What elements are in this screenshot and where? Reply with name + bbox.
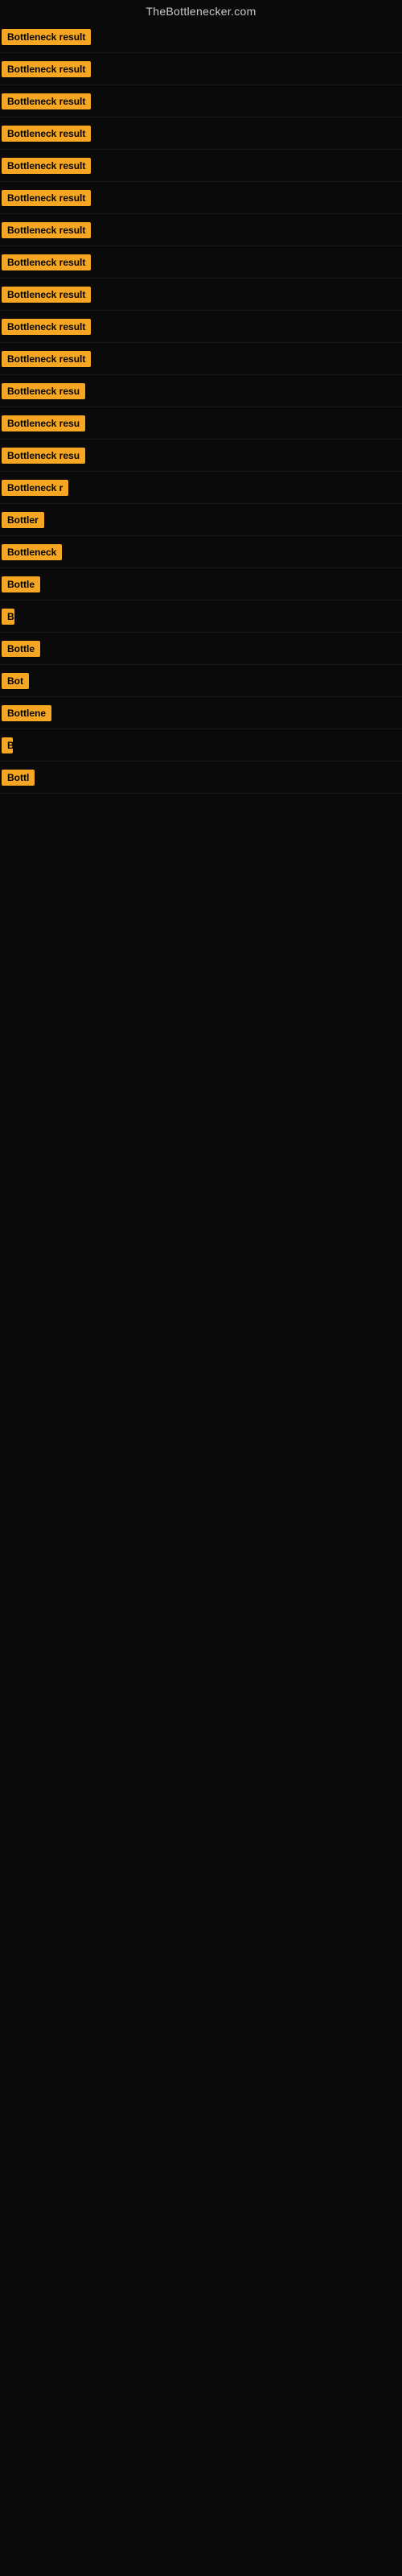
bottleneck-badge[interactable]: Bottleneck r — [2, 480, 68, 496]
list-item: Bottleneck result — [0, 311, 402, 343]
list-item: Bottleneck result — [0, 118, 402, 150]
bottleneck-badge[interactable]: B — [2, 609, 14, 625]
list-item: Bottleneck result — [0, 53, 402, 85]
site-title: TheBottlenecker.com — [0, 0, 402, 21]
bottleneck-badge[interactable]: B — [2, 737, 13, 753]
bottleneck-badge[interactable]: Bottleneck — [2, 544, 62, 560]
list-item: Bottleneck resu — [0, 407, 402, 440]
list-item: B — [0, 601, 402, 633]
list-item: Bottleneck result — [0, 246, 402, 279]
list-item: Bottleneck result — [0, 150, 402, 182]
list-item: Bottl — [0, 762, 402, 794]
site-header: TheBottlenecker.com — [0, 0, 402, 21]
bottleneck-badge[interactable]: Bottleneck result — [2, 29, 91, 45]
list-item: Bottleneck result — [0, 182, 402, 214]
bottleneck-badge[interactable]: Bottleneck result — [2, 190, 91, 206]
list-item: Bottleneck result — [0, 21, 402, 53]
bottleneck-badge[interactable]: Bottler — [2, 512, 44, 528]
list-item: Bottleneck resu — [0, 440, 402, 472]
bottleneck-badge[interactable]: Bottleneck result — [2, 287, 91, 303]
bottleneck-badge[interactable]: Bottleneck result — [2, 93, 91, 109]
list-item: Bottleneck resu — [0, 375, 402, 407]
bottleneck-badge[interactable]: Bottl — [2, 770, 35, 786]
bottleneck-badge[interactable]: Bottleneck result — [2, 351, 91, 367]
bottleneck-badge[interactable]: Bottle — [2, 641, 40, 657]
list-item: Bot — [0, 665, 402, 697]
list-item: Bottle — [0, 633, 402, 665]
list-item: B — [0, 729, 402, 762]
list-item: Bottleneck result — [0, 279, 402, 311]
list-item: Bottler — [0, 504, 402, 536]
bottleneck-badge[interactable]: Bottleneck resu — [2, 383, 85, 399]
bottleneck-badge[interactable]: Bottleneck result — [2, 254, 91, 270]
rows-container: Bottleneck result Bottleneck result Bottle… — [0, 21, 402, 794]
bottleneck-badge[interactable]: Bottleneck result — [2, 158, 91, 174]
list-item: Bottle — [0, 568, 402, 601]
bottleneck-badge[interactable]: Bottleneck result — [2, 61, 91, 77]
list-item: Bottleneck — [0, 536, 402, 568]
bottleneck-badge[interactable]: Bottleneck result — [2, 319, 91, 335]
bottleneck-badge[interactable]: Bottle — [2, 576, 40, 592]
list-item: Bottleneck result — [0, 214, 402, 246]
bottleneck-badge[interactable]: Bottleneck resu — [2, 448, 85, 464]
list-item: Bottleneck result — [0, 343, 402, 375]
list-item: Bottlene — [0, 697, 402, 729]
list-item: Bottleneck result — [0, 85, 402, 118]
bottleneck-badge[interactable]: Bot — [2, 673, 29, 689]
bottleneck-badge[interactable]: Bottlene — [2, 705, 51, 721]
bottleneck-badge[interactable]: Bottleneck result — [2, 126, 91, 142]
list-item: Bottleneck r — [0, 472, 402, 504]
bottleneck-badge[interactable]: Bottleneck result — [2, 222, 91, 238]
bottleneck-badge[interactable]: Bottleneck resu — [2, 415, 85, 431]
